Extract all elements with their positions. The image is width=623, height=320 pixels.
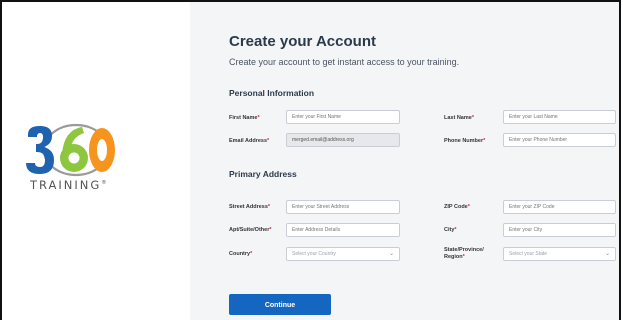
city-label: City* — [444, 227, 457, 233]
section-title-address: Primary Address — [229, 169, 297, 179]
continue-button[interactable]: Continue — [229, 294, 331, 315]
email-input[interactable] — [286, 133, 400, 147]
apt-input[interactable] — [286, 223, 400, 237]
zip-label: ZIP Code* — [444, 204, 470, 210]
state-selected-value: Select your State — [509, 251, 548, 257]
email-label: Email Address* — [229, 138, 270, 144]
logo-training-text: TRAINING® — [30, 178, 107, 192]
apt-label: Apt/Suite/Other* — [229, 227, 272, 233]
country-selected-value: Select your Country — [292, 251, 336, 257]
section-title-personal: Personal Information — [229, 88, 315, 98]
page-subtitle: Create your account to get instant acces… — [229, 57, 460, 67]
phone-input[interactable] — [503, 133, 616, 147]
last-name-input[interactable] — [503, 110, 616, 124]
signup-form-panel: Create your Account Create your account … — [190, 2, 619, 320]
street-label: Street Address* — [229, 204, 271, 210]
first-name-label: First Name* — [229, 115, 260, 121]
brand-panel: TRAINING® — [2, 2, 190, 320]
page-title: Create your Account — [229, 33, 376, 50]
logo-360-mark — [26, 123, 115, 177]
city-input[interactable] — [503, 223, 616, 237]
state-label: State/Province/Region* — [444, 247, 484, 260]
country-select[interactable]: Select your Country ⌄ — [286, 247, 400, 261]
street-input[interactable] — [286, 200, 400, 214]
logo: TRAINING® — [22, 120, 118, 206]
state-select[interactable]: Select your State ⌄ — [503, 247, 616, 261]
last-name-label: Last Name* — [444, 115, 474, 121]
phone-label: Phone Number* — [444, 138, 486, 144]
chevron-down-icon: ⌄ — [388, 251, 394, 257]
first-name-input[interactable] — [286, 110, 400, 124]
country-label: Country* — [229, 251, 253, 257]
zip-input[interactable] — [503, 200, 616, 214]
chevron-down-icon: ⌄ — [604, 251, 610, 257]
